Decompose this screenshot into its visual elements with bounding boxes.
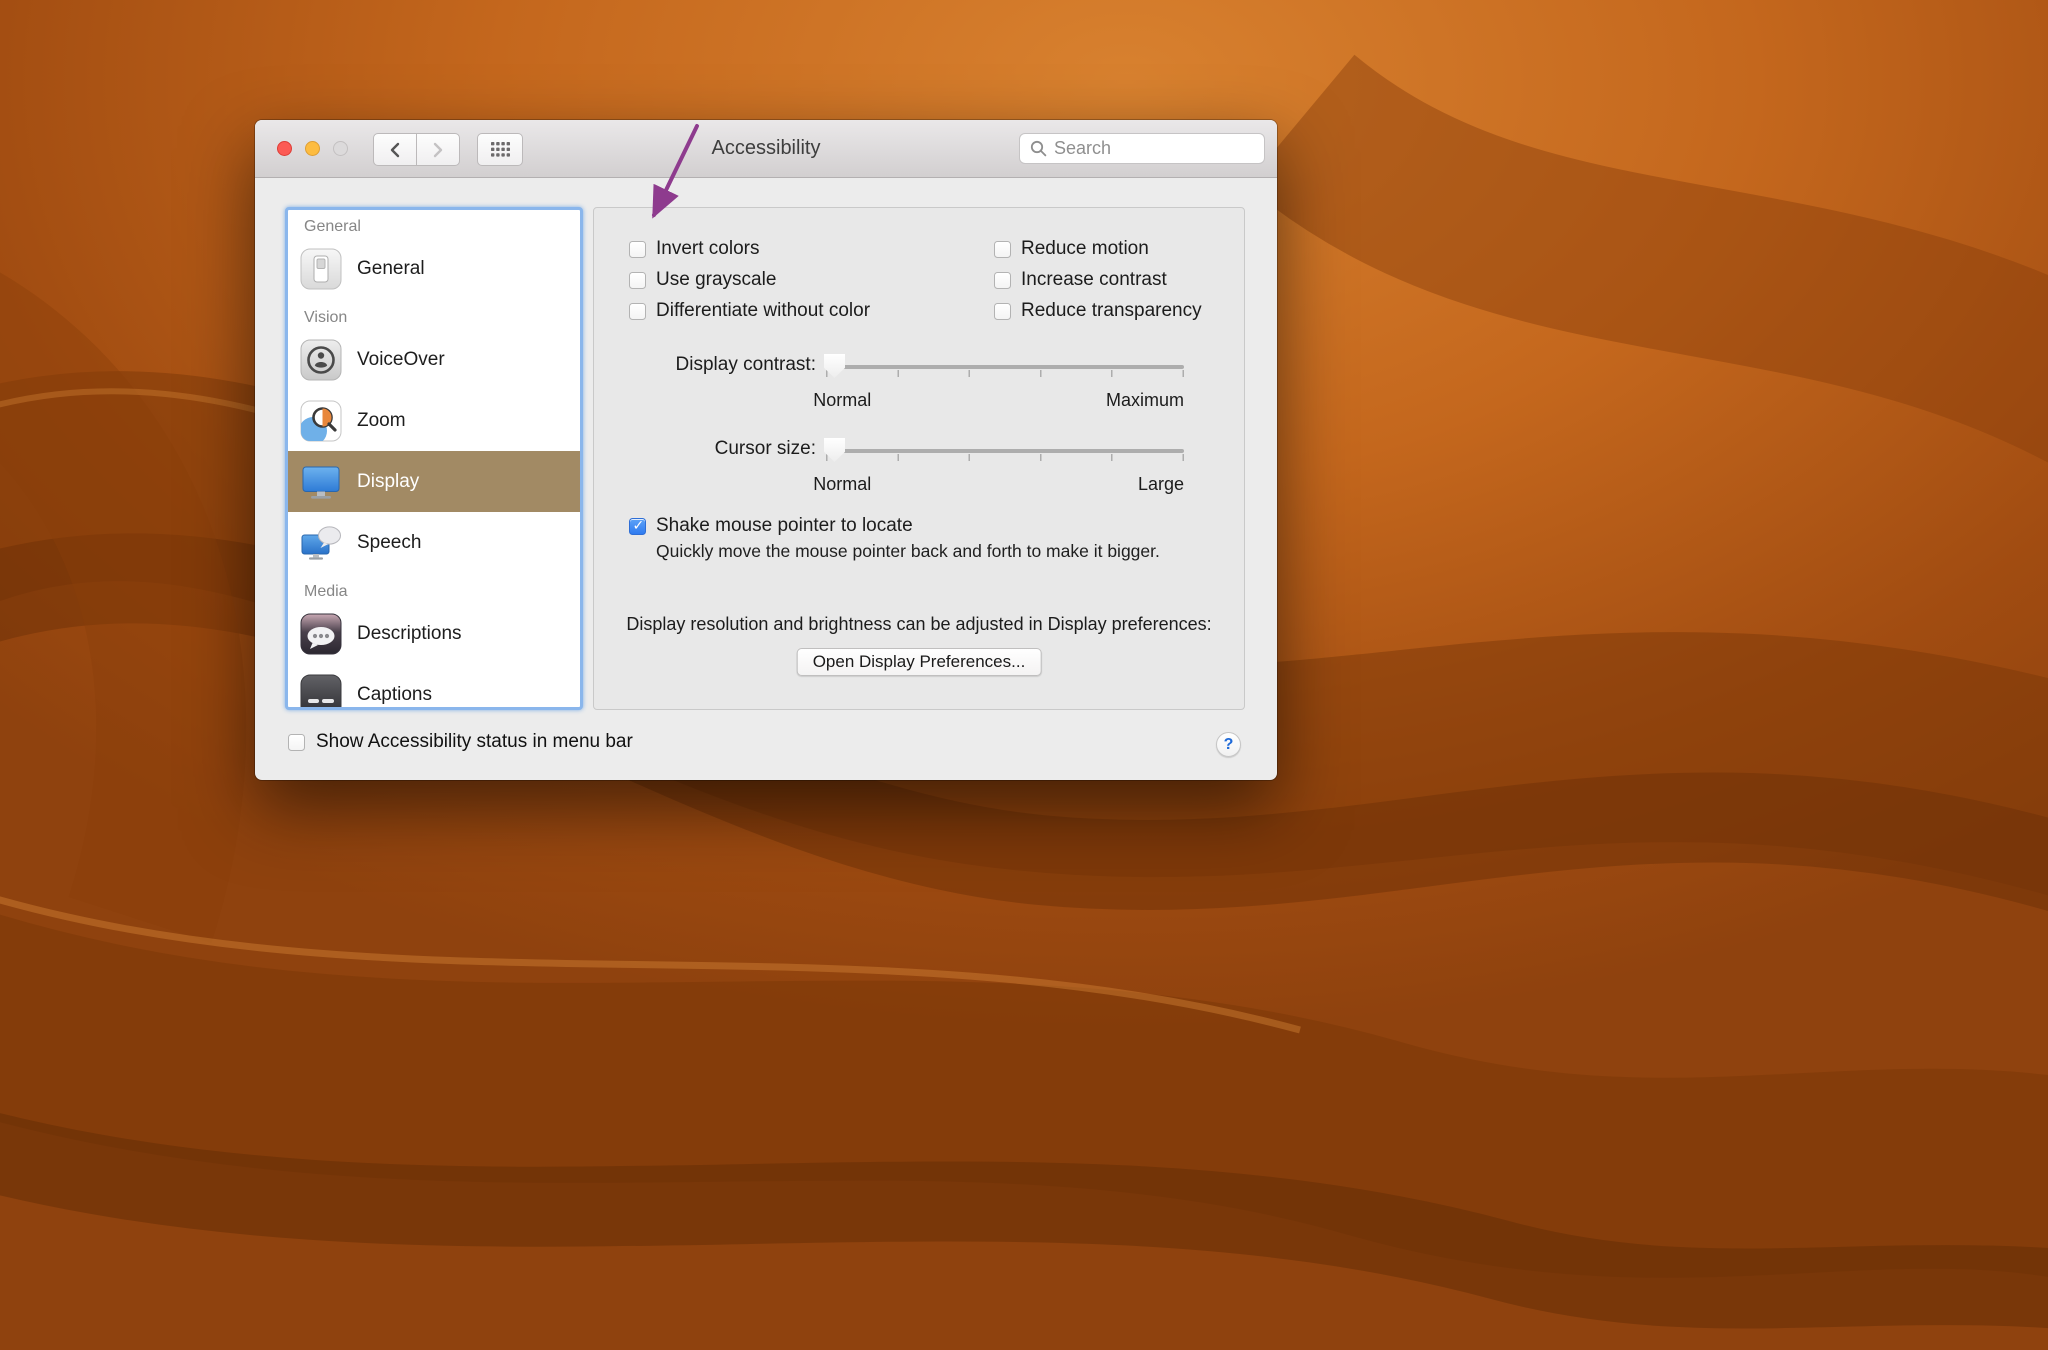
cursor-size-slider[interactable] [826, 438, 1184, 464]
increase-contrast-label: Increase contrast [1021, 269, 1167, 291]
voiceover-icon [300, 339, 342, 381]
general-icon [300, 248, 342, 290]
open-display-preferences-button[interactable]: Open Display Preferences... [797, 648, 1042, 676]
sidebar-item-general[interactable]: General [288, 238, 580, 299]
fullscreen-button[interactable] [333, 141, 348, 156]
sidebar-item-speech[interactable]: Speech [288, 512, 580, 573]
shake-mouse-pointer-label: Shake mouse pointer to locate [656, 515, 913, 537]
slider-track[interactable] [826, 449, 1184, 453]
max-label: Large [1138, 474, 1184, 495]
accessibility-status-label: Show Accessibility status in menu bar [316, 731, 633, 753]
display-preferences-pane: Invert colors Use grayscale Differentiat… [593, 207, 1245, 710]
reduce-transparency-checkbox[interactable] [994, 303, 1011, 320]
use-grayscale-checkbox[interactable] [629, 272, 646, 289]
search-input[interactable]: Search [1019, 133, 1265, 164]
display-contrast-slider[interactable] [826, 354, 1184, 380]
sidebar-item-label: Display [357, 471, 419, 493]
accessibility-status-checkbox[interactable] [288, 734, 305, 751]
cursor-size-scale: Normal Large [826, 474, 1184, 495]
increase-contrast-row[interactable]: Increase contrast [994, 270, 1167, 290]
display-contrast-label: Display contrast: [594, 354, 816, 376]
sidebar-item-label: Captions [357, 684, 432, 706]
sidebar-item-label: Zoom [357, 410, 406, 432]
minimize-button[interactable] [305, 141, 320, 156]
sidebar-item-label: Descriptions [357, 623, 462, 645]
chevron-left-icon [389, 142, 401, 158]
sidebar-section-media: Media [304, 583, 580, 601]
differentiate-without-color-label: Differentiate without color [656, 300, 870, 322]
display-contrast-scale: Normal Maximum [826, 390, 1184, 411]
sidebar-item-label: General [357, 258, 425, 280]
grid-icon [491, 142, 510, 157]
use-grayscale-row[interactable]: Use grayscale [629, 270, 776, 290]
captions-icon [300, 674, 342, 711]
chevron-right-icon [432, 142, 444, 158]
differentiate-without-color-row[interactable]: Differentiate without color [629, 301, 870, 321]
reduce-motion-label: Reduce motion [1021, 238, 1149, 260]
sidebar-item-label: VoiceOver [357, 349, 445, 371]
sidebar-item-zoom[interactable]: Zoom [288, 390, 580, 451]
display-icon [300, 461, 342, 503]
close-button[interactable] [277, 141, 292, 156]
reduce-transparency-row[interactable]: Reduce transparency [994, 301, 1202, 321]
forward-button[interactable] [416, 133, 460, 166]
accessibility-window: Accessibility Search General General Vis… [255, 120, 1277, 780]
sidebar[interactable]: General General Vision VoiceOver [285, 207, 583, 710]
nav-buttons [373, 133, 460, 166]
traffic-lights [277, 141, 348, 156]
reduce-transparency-label: Reduce transparency [1021, 300, 1202, 322]
max-label: Maximum [1106, 390, 1184, 411]
search-icon [1030, 140, 1047, 157]
question-mark-icon: ? [1224, 736, 1234, 754]
shake-mouse-pointer-description: Quickly move the mouse pointer back and … [656, 541, 1160, 562]
increase-contrast-checkbox[interactable] [994, 272, 1011, 289]
search-placeholder: Search [1054, 138, 1111, 159]
help-button[interactable]: ? [1216, 732, 1241, 757]
slider-track[interactable] [826, 365, 1184, 369]
zoom-icon [300, 400, 342, 442]
invert-colors-row[interactable]: Invert colors [629, 239, 759, 259]
shake-mouse-pointer-checkbox[interactable] [629, 518, 646, 535]
sidebar-section-vision: Vision [304, 309, 580, 327]
sidebar-item-voiceover[interactable]: VoiceOver [288, 329, 580, 390]
show-all-button[interactable] [477, 133, 523, 166]
sidebar-item-descriptions[interactable]: Descriptions [288, 603, 580, 664]
back-button[interactable] [373, 133, 417, 166]
descriptions-icon [300, 613, 342, 655]
accessibility-status-row[interactable]: Show Accessibility status in menu bar [288, 731, 633, 753]
differentiate-without-color-checkbox[interactable] [629, 303, 646, 320]
sidebar-item-captions[interactable]: Captions [288, 664, 580, 710]
titlebar[interactable]: Accessibility Search [255, 120, 1277, 178]
cursor-size-label: Cursor size: [594, 438, 816, 460]
speech-icon [300, 522, 342, 564]
sidebar-item-label: Speech [357, 532, 421, 554]
use-grayscale-label: Use grayscale [656, 269, 776, 291]
sidebar-item-display[interactable]: Display [288, 451, 580, 512]
min-label: Normal [813, 390, 871, 411]
slider-ticks [826, 454, 1184, 461]
min-label: Normal [813, 474, 871, 495]
invert-colors-checkbox[interactable] [629, 241, 646, 258]
reduce-motion-row[interactable]: Reduce motion [994, 239, 1149, 259]
sidebar-section-general: General [304, 218, 580, 236]
slider-ticks [826, 370, 1184, 377]
invert-colors-label: Invert colors [656, 238, 759, 260]
shake-mouse-pointer-row[interactable]: Shake mouse pointer to locate [629, 516, 913, 536]
reduce-motion-checkbox[interactable] [994, 241, 1011, 258]
display-preferences-note: Display resolution and brightness can be… [594, 614, 1244, 635]
